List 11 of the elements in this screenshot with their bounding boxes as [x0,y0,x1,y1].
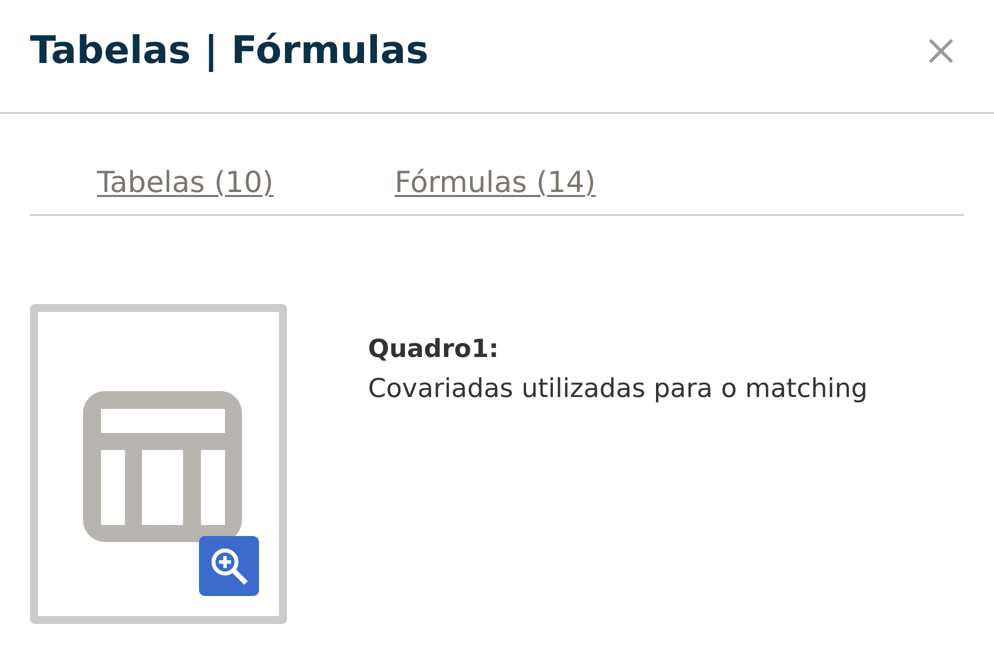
item-label: Quadro1: [368,333,500,365]
tab[interactable]: Tabelas (10) [97,165,274,214]
close-button[interactable] [928,38,954,64]
dialog-title: Tabelas | Fórmulas [30,28,428,74]
thumbnail-frame[interactable] [30,304,287,624]
close-icon [928,38,954,64]
zoom-in-icon [210,547,248,585]
tab[interactable]: Fórmulas (14) [394,165,596,214]
table-icon [83,391,242,542]
zoom-button[interactable] [199,536,259,596]
item-caption: Covariadas utilizadas para o matching [368,373,868,406]
